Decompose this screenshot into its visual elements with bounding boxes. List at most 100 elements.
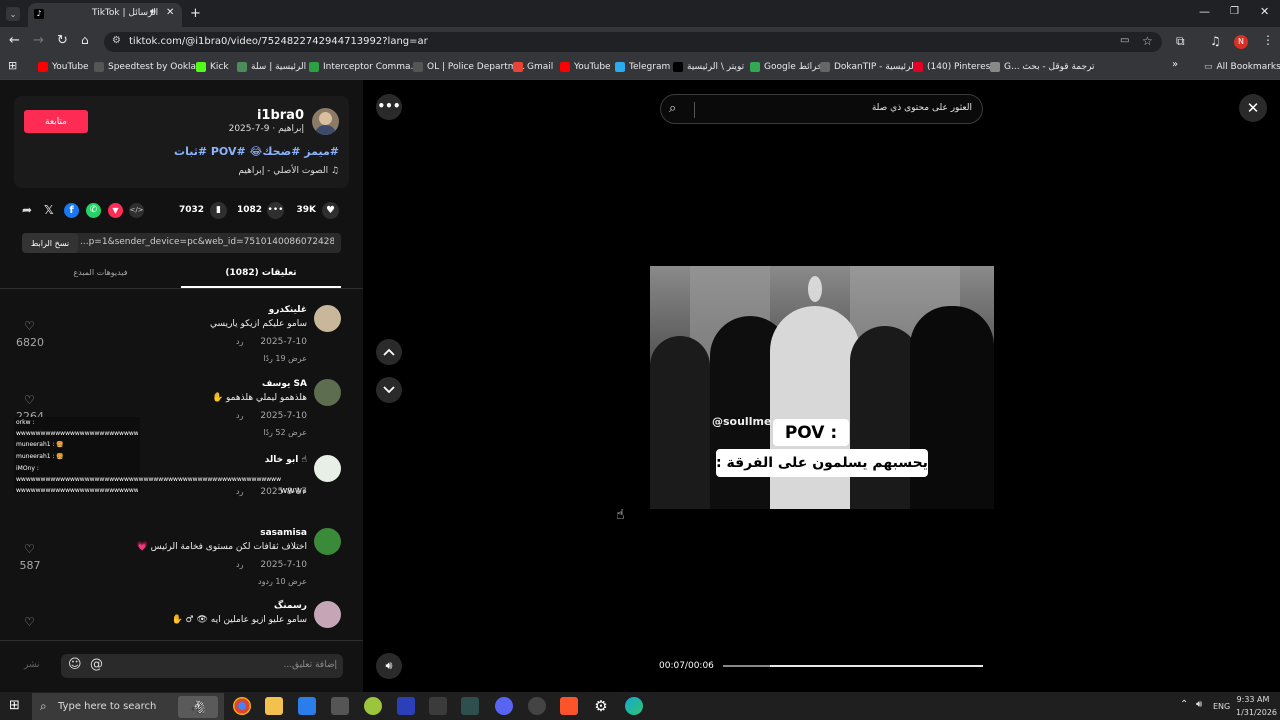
bookmarks-overflow-icon[interactable]: » [1172,59,1178,70]
bookmark-button[interactable]: ▮ [210,202,227,219]
system-tray-chevron-icon[interactable]: ⌃ [1180,699,1188,710]
language-indicator[interactable]: ENG [1213,702,1230,711]
whatsapp-share-icon[interactable]: ✆ [86,203,101,218]
forward-arrow-icon[interactable]: → [33,33,44,48]
bookmark-item[interactable]: YouTube [560,60,611,74]
bookmark-item[interactable]: YouTube [38,60,89,74]
comment-username[interactable]: ابو خالد ☝ [150,455,307,465]
bookmark-item[interactable]: G... ترجمة قوقل - بحث [990,60,1095,74]
extensions-icon[interactable]: ⧉ [1176,34,1185,49]
site-info-icon[interactable]: ⚙ [112,35,121,46]
discord-taskbar-icon[interactable] [495,697,513,715]
comment-like-heart-icon[interactable]: ♡ [24,393,35,407]
tab-search-button[interactable]: ⌄ [6,7,20,21]
store-taskbar-icon[interactable] [298,697,316,715]
comment-reply-button[interactable]: رد [236,411,243,420]
app-taskbar-icon-3[interactable] [429,697,447,715]
tab-comments[interactable]: تعليقات (1082) [181,268,341,278]
comment-like-heart-icon[interactable]: ♡ [24,542,35,556]
comment-like-heart-icon[interactable]: ♡ [24,319,35,333]
media-controls-icon[interactable]: ♫ [1210,34,1221,48]
comment-username[interactable]: يوسف SA [150,379,307,389]
facebook-share-icon[interactable]: f [64,203,79,218]
author-username[interactable]: i1bra0 [240,108,304,123]
follow-button[interactable]: متابعة [24,110,88,133]
comment-reply-button[interactable]: رد [236,560,243,569]
tab-close-icon[interactable]: ✕ [166,7,174,18]
url-text[interactable]: tiktok.com/@i1bra0/video/752482274294471… [129,36,428,47]
like-button[interactable]: ♥ [322,202,339,219]
bookmark-item[interactable]: OL | Police Departm... [413,60,525,74]
new-tab-button[interactable]: + [190,6,201,21]
app-taskbar-icon-4[interactable] [461,697,479,715]
brave-taskbar-icon[interactable] [560,697,578,715]
profile-avatar[interactable]: N [1234,35,1248,49]
view-replies-button[interactable]: عرض 10 ردود [210,577,307,586]
send-share-icon[interactable]: ▼ [108,203,123,218]
embed-code-icon[interactable]: </> [129,203,144,218]
comment-avatar[interactable] [314,379,341,406]
app-taskbar-icon-5[interactable] [528,697,546,715]
comment-reply-button[interactable]: رد [236,487,243,496]
comment-reply-button[interactable]: رد [236,337,243,346]
home-icon[interactable]: ⌂ [81,33,89,47]
bookmark-item[interactable]: تويتر \ الرئيسية [673,60,744,74]
comment-avatar[interactable] [314,528,341,555]
comment-username[interactable]: غلينكدرو [150,305,307,315]
taskbar-date[interactable]: 1/31/2026 [1236,708,1277,717]
bookmark-star-icon[interactable]: ☆ [1142,34,1153,48]
bookmark-item[interactable]: Gmail [513,60,553,74]
taskbar-search-box[interactable]: ⌕ Type here to search 🦓 [32,693,224,720]
window-restore-button[interactable]: ❐ [1230,6,1239,17]
bookmark-item[interactable]: Interceptor Comma... [309,60,419,74]
tab-creator-videos[interactable]: فيديوهات المبدع [50,268,151,277]
back-arrow-icon[interactable]: ← [9,33,20,48]
bookmark-item[interactable]: Google خرائط [750,60,823,74]
volume-button[interactable]: 🔊︎ [376,653,402,679]
mail-taskbar-icon[interactable] [331,697,349,715]
browser-tab[interactable]: ♪ TikTok | الرسائل 🔊︎ ✕ [28,3,182,27]
comment-avatar[interactable] [314,455,341,482]
settings-taskbar-icon[interactable]: ⚙ [592,697,610,715]
comment-username[interactable]: sasamisa [150,528,307,538]
x-share-icon[interactable]: 𝕏 [44,203,54,217]
windows-start-icon[interactable]: ⊞ [9,698,20,713]
app-taskbar-icon-1[interactable] [364,697,382,715]
comment-username[interactable]: رسمنگ [150,601,307,611]
copy-link-button[interactable]: نسخ الرابط [22,233,78,253]
mention-icon[interactable]: @ [90,657,103,672]
window-minimize-button[interactable]: — [1199,5,1210,18]
bookmark-item[interactable]: Kick [196,60,229,74]
install-app-icon[interactable]: ▭ [1120,35,1129,46]
reload-icon[interactable]: ↻ [57,33,68,48]
post-sound[interactable]: ♫ الصوت الأصلي - إبراهيم [180,166,339,176]
next-video-button[interactable] [376,377,402,403]
bookmark-item[interactable]: الرئيسية | سلة [237,60,306,74]
close-video-button[interactable]: ✕ [1239,94,1267,122]
comment-avatar[interactable] [314,305,341,332]
comment-avatar[interactable] [314,601,341,628]
comment-button[interactable]: ••• [267,202,284,219]
apps-grid-icon[interactable]: ⊞ [8,59,17,72]
post-comment-button[interactable]: نشر [24,660,40,670]
post-hashtags[interactable]: #ميمز #ضحك😂 #POV #ثبات [150,145,339,158]
file-explorer-taskbar-icon[interactable] [265,697,283,715]
comment-like-heart-icon[interactable]: ♡ [24,615,35,629]
share-icon[interactable]: ➦ [22,203,32,217]
all-bookmarks-button[interactable]: ▭ All Bookmarks [1204,60,1280,74]
view-replies-button[interactable]: عرض 52 ردًا [210,428,307,437]
bookmark-item[interactable]: (140) Pinterest [913,60,994,74]
edge-taskbar-icon[interactable] [625,697,643,715]
comment-input[interactable]: ☺ @ إضافة تعليق... [61,654,343,678]
app-taskbar-icon-2[interactable] [397,697,415,715]
emoji-icon[interactable]: ☺ [68,657,82,672]
bookmark-item[interactable]: Telegram [615,60,670,74]
volume-tray-icon[interactable]: 🔊︎ [1196,699,1202,710]
tab-audio-icon[interactable]: 🔊︎ [150,7,156,17]
view-replies-button[interactable]: عرض 19 ردًا [210,354,307,363]
address-bar[interactable]: ⚙ tiktok.com/@i1bra0/video/7524822742944… [104,32,1162,52]
taskbar-time[interactable]: 9:33 AM [1236,695,1270,704]
video-search-bar[interactable]: ⌕ العثور على محتوى ذي صلة [660,94,983,124]
window-close-button[interactable]: ✕ [1260,5,1269,18]
previous-video-button[interactable] [376,339,402,365]
